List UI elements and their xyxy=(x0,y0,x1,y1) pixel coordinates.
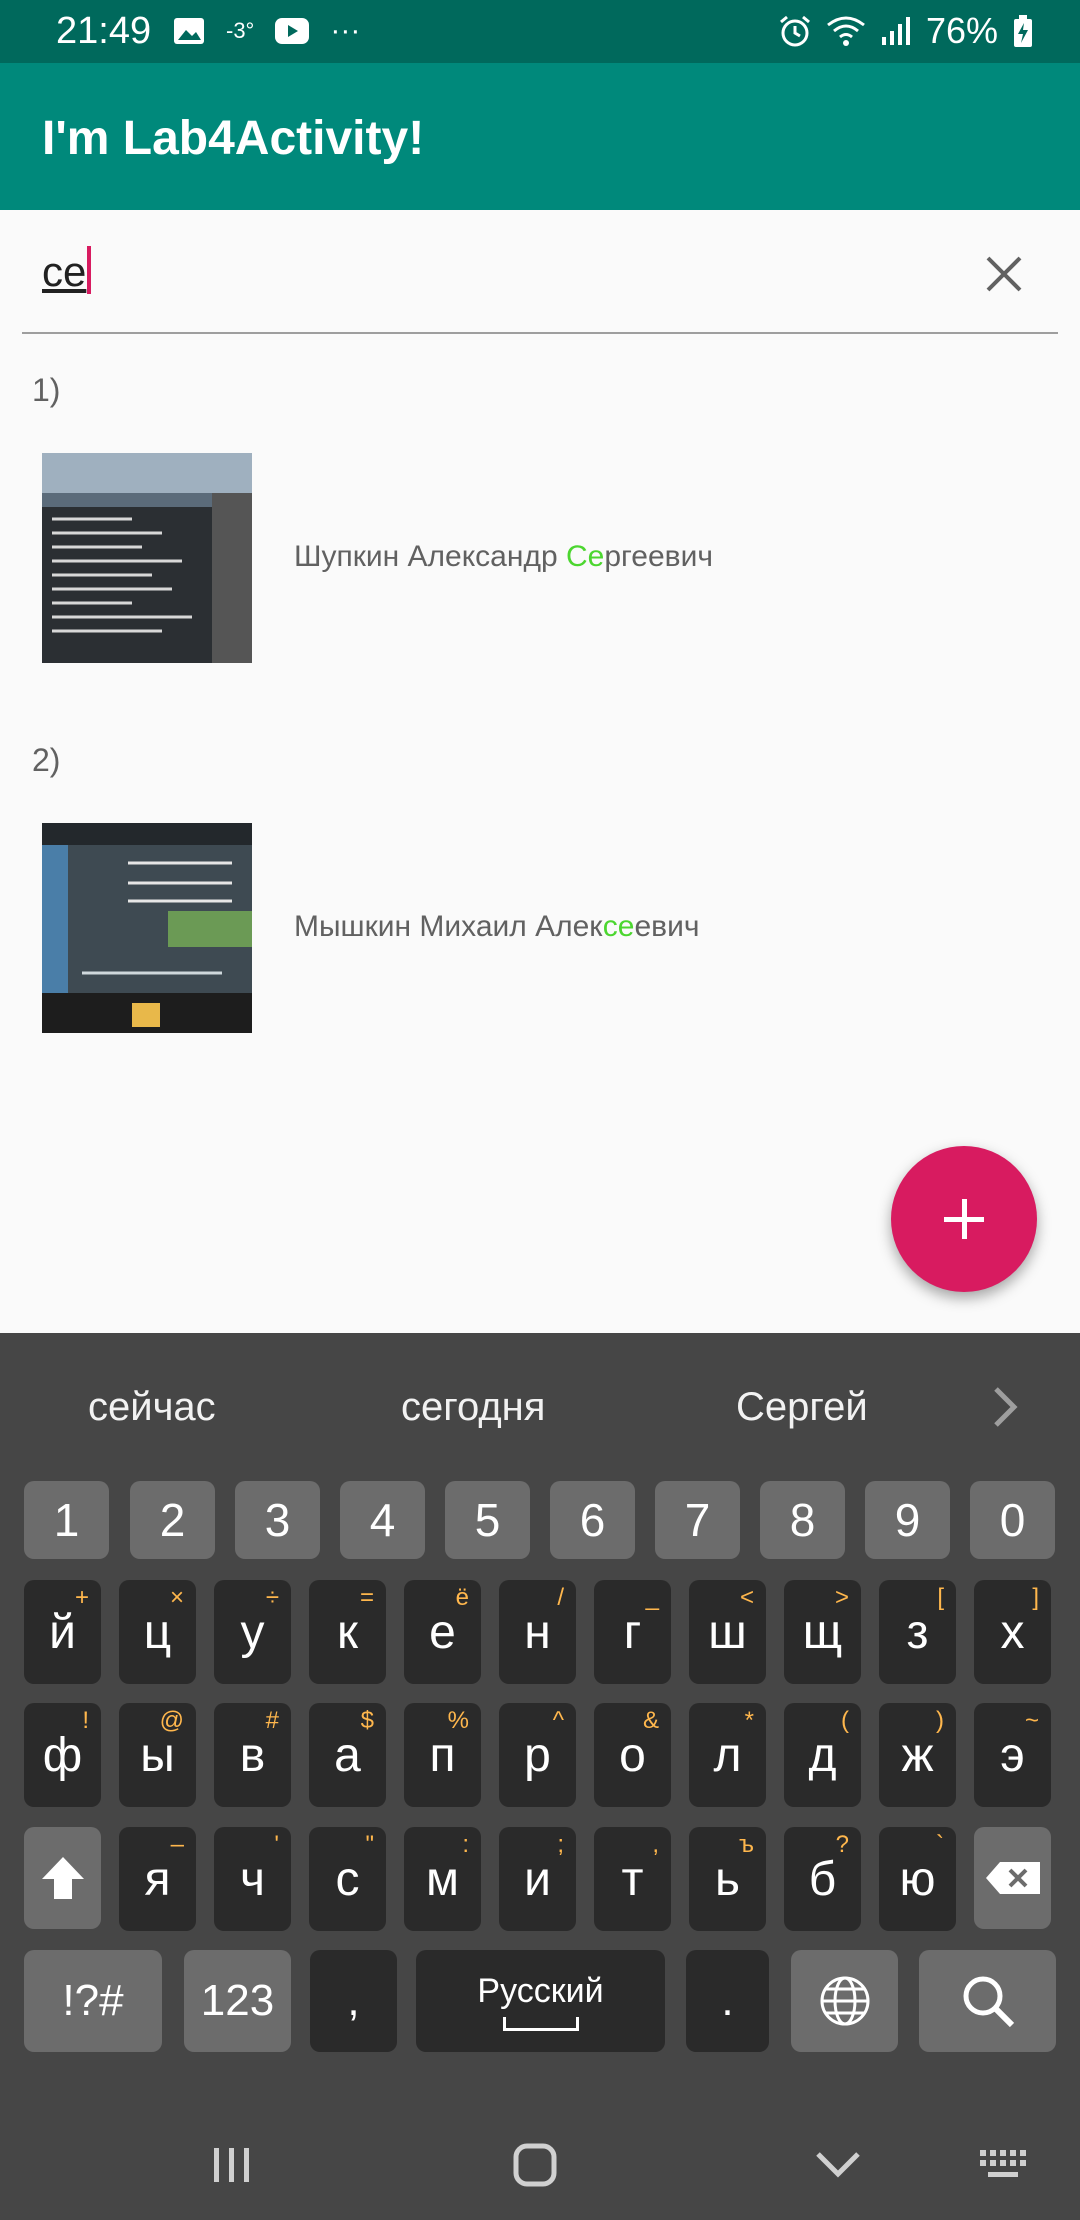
key[interactable]: _ г xyxy=(594,1580,671,1684)
alarm-icon xyxy=(779,15,810,47)
key[interactable]: 0 xyxy=(970,1481,1055,1559)
wifi-icon xyxy=(827,16,865,46)
keyboard-icon[interactable] xyxy=(976,2138,1036,2192)
key[interactable]: # в xyxy=(214,1703,291,1807)
list-item[interactable]: 2) Мышкин Михаил Алексеевич xyxy=(0,742,1080,1112)
key[interactable]: ; и xyxy=(499,1827,576,1931)
add-button[interactable] xyxy=(891,1146,1037,1292)
space-key[interactable]: Русский xyxy=(416,1950,665,2052)
recent-apps-icon[interactable] xyxy=(202,2138,262,2192)
key[interactable]: 9 xyxy=(865,1481,950,1559)
app-title: I'm Lab4Activity! xyxy=(42,112,425,165)
key[interactable]: 6 xyxy=(550,1481,635,1559)
chevron-right-icon[interactable] xyxy=(990,1383,1020,1431)
key[interactable]: ,т xyxy=(594,1827,671,1931)
close-icon[interactable] xyxy=(980,250,1028,298)
battery-charging-icon xyxy=(1014,15,1032,47)
key[interactable]: 3 xyxy=(235,1481,320,1559)
search-field[interactable]: се xyxy=(22,228,1058,334)
text-cursor xyxy=(87,246,92,294)
status-temperature: -3° xyxy=(226,18,255,43)
battery-percent: 76% xyxy=(925,10,998,51)
keyboard: сейчас сегодня Сергей 1 2 3 4 5 6 7 8 9 … xyxy=(0,1333,1080,2108)
suggestion-item[interactable]: Сергей xyxy=(736,1385,868,1430)
search-input[interactable]: се xyxy=(42,246,92,296)
key[interactable]: ёе xyxy=(404,1580,481,1684)
key[interactable]: = к xyxy=(309,1580,386,1684)
key[interactable]: ? б xyxy=(784,1827,861,1931)
period-key[interactable]: . xyxy=(686,1950,769,2052)
key[interactable]: % п xyxy=(404,1703,481,1807)
key[interactable]: + й xyxy=(24,1580,101,1684)
key[interactable]: 4 xyxy=(340,1481,425,1559)
search-highlight: се xyxy=(602,910,635,943)
backspace-key[interactable] xyxy=(974,1827,1051,1929)
key[interactable]: $ а xyxy=(309,1703,386,1807)
search-highlight: Се xyxy=(565,540,605,573)
key[interactable]: – я xyxy=(119,1827,196,1931)
key[interactable]: * л xyxy=(689,1703,766,1807)
key[interactable]: < ш xyxy=(689,1580,766,1684)
key[interactable]: :м xyxy=(404,1827,481,1931)
youtube-icon xyxy=(275,18,310,44)
key[interactable]: ~ э xyxy=(974,1703,1051,1807)
signal-icon xyxy=(881,17,910,45)
key[interactable]: 8 xyxy=(760,1481,845,1559)
key[interactable]: (д xyxy=(784,1703,861,1807)
search-icon xyxy=(963,1976,1014,2028)
suggestion-item[interactable]: сейчас xyxy=(88,1385,216,1430)
home-icon[interactable] xyxy=(505,2138,565,2192)
key[interactable]: ^ р xyxy=(499,1703,576,1807)
key[interactable]: ! ф xyxy=(24,1703,101,1807)
key[interactable]: ÷ у xyxy=(214,1580,291,1684)
key[interactable]: " с xyxy=(309,1827,386,1931)
item-photo xyxy=(42,453,252,663)
backspace-icon xyxy=(985,1862,1040,1894)
item-name: Мышкин Михаил Алексеевич xyxy=(294,910,700,943)
item-photo xyxy=(42,823,252,1033)
key[interactable]: & о xyxy=(594,1703,671,1807)
key[interactable]: ' ч xyxy=(214,1827,291,1931)
language-key[interactable] xyxy=(791,1950,898,2052)
navigation-bar xyxy=(0,2108,1080,2220)
comma-key[interactable]: , xyxy=(310,1950,397,2052)
key[interactable]: ъь xyxy=(689,1827,766,1931)
key[interactable]: ) ж xyxy=(879,1703,956,1807)
item-index: 2) xyxy=(32,742,61,778)
key[interactable]: 7 xyxy=(655,1481,740,1559)
hide-keyboard-icon[interactable] xyxy=(808,2138,868,2192)
item-name: Шупкин Александр Сергеевич xyxy=(294,540,713,573)
item-index: 1) xyxy=(32,372,61,408)
status-more: ··· xyxy=(330,14,361,47)
list-item[interactable]: 1) Шупкин Александр Сергеевич xyxy=(0,372,1080,742)
key[interactable]: ` ю xyxy=(879,1827,956,1931)
space-icon xyxy=(502,2016,579,2031)
suggestion-item[interactable]: сегодня xyxy=(401,1385,545,1430)
shift-key[interactable] xyxy=(24,1827,101,1929)
image-icon xyxy=(174,18,204,44)
key[interactable]: 2 xyxy=(130,1481,215,1559)
key[interactable]: @ ы xyxy=(119,1703,196,1807)
status-bar: 21:49 -3° ··· 76% xyxy=(0,0,1080,63)
key[interactable]: 1 xyxy=(24,1481,109,1559)
app-bar: I'm Lab4Activity! xyxy=(0,63,1080,210)
symbols-key[interactable]: !?# xyxy=(24,1950,162,2052)
key[interactable]: ] х xyxy=(974,1580,1051,1684)
numbers-key[interactable]: 123 xyxy=(184,1950,291,2052)
globe-icon xyxy=(820,1976,869,2026)
key[interactable]: 5 xyxy=(445,1481,530,1559)
search-key[interactable] xyxy=(919,1950,1056,2052)
key[interactable]: > щ xyxy=(784,1580,861,1684)
status-time: 21:49 xyxy=(56,10,152,52)
key[interactable]: × ц xyxy=(119,1580,196,1684)
key[interactable]: [з xyxy=(879,1580,956,1684)
key[interactable]: / н xyxy=(499,1580,576,1684)
shift-icon xyxy=(41,1857,84,1899)
